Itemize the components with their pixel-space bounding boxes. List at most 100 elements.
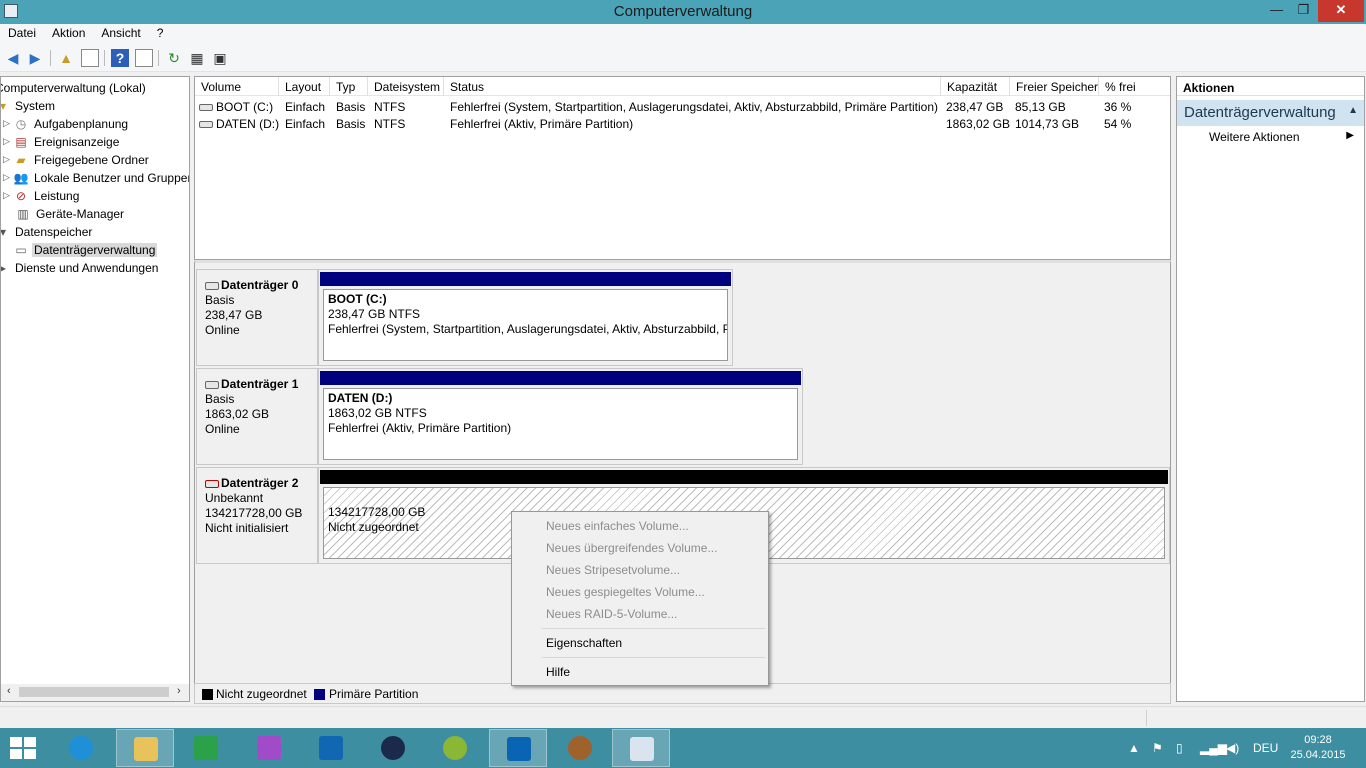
column-dateisystem[interactable]: Dateisystem [368,77,444,96]
event-viewer-icon: ▤ [15,135,27,149]
disk-icon [205,380,219,389]
scroll-right-icon[interactable]: › [177,685,181,697]
column-typ[interactable]: Typ [330,77,368,96]
rescan-disks-icon[interactable]: ▣ [211,49,229,67]
up-folder-icon[interactable]: ▲ [57,49,75,67]
menu-datei[interactable]: Datei [0,24,44,40]
actions-pane: Aktionen Datenträgerverwaltung ▲ Weitere… [1176,76,1365,702]
expand-icon[interactable]: ▷ [3,154,11,165]
volume-filesystem: NTFS [374,117,406,131]
tree-horizontal-scrollbar[interactable]: ‹ › [1,684,189,701]
action-weitere-aktionen[interactable]: Weitere Aktionen ▶ [1177,126,1364,146]
partition-boot[interactable]: BOOT (C:) 238,47 GB NTFS Fehlerfrei (Sys… [318,269,733,366]
menu-bar: Datei Aktion Ansicht? [0,24,1366,44]
collapse-icon[interactable]: ▲ [1348,105,1358,116]
outlook-icon [507,737,531,761]
flag-icon[interactable]: ⚑ [1152,741,1163,755]
refresh-icon[interactable]: ↻ [165,49,183,67]
show-hide-tree-icon[interactable] [81,49,99,67]
disk-error-icon [205,479,219,488]
taskbar-internet-explorer[interactable] [52,729,110,767]
column-volume[interactable]: Volume [195,77,279,96]
partition-daten[interactable]: DATEN (D:) 1863,02 GB NTFS Fehlerfrei (A… [318,368,803,465]
properties-icon[interactable]: ▦ [188,49,206,67]
battery-icon[interactable]: ▯ [1176,741,1183,755]
forward-icon[interactable]: ▶ [26,49,44,67]
taskbar-moose-app[interactable] [551,729,609,767]
start-button[interactable] [10,737,38,759]
legend-swatch-primary [314,689,325,700]
column-layout[interactable]: Layout [279,77,330,96]
volume-row[interactable]: BOOT (C:) Einfach Basis NTFS Fehlerfrei … [195,99,1170,116]
volume-name: BOOT (C:) [216,100,274,114]
taskbar-messaging[interactable] [302,729,360,767]
partition-status: Fehlerfrei (Aktiv, Primäre Partition) [328,421,512,435]
taskbar-onenote[interactable] [240,729,298,767]
show-hidden-icons[interactable]: ▲ [1128,741,1140,755]
file-explorer-icon [134,737,158,761]
clock-time: 09:28 [1304,734,1332,746]
legend-label: Nicht zugeordnet [216,687,307,701]
disk-state: Nicht initialisiert [205,521,289,535]
network-icon[interactable]: ▂▄▆ [1200,741,1227,755]
scroll-left-icon[interactable]: ‹ [7,685,11,697]
onenote-icon [257,736,281,760]
volume-row[interactable]: DATEN (D:) Einfach Basis NTFS Fehlerfrei… [195,116,1170,133]
disk-1-label[interactable]: Datenträger 1 Basis 1863,02 GB Online [196,368,318,465]
column-prozent-frei[interactable]: % frei [1099,77,1170,96]
column-freier-speicher[interactable]: Freier Speicher [1010,77,1099,96]
tree-item-label: Dienste und Anwendungen [15,261,159,275]
help-icon[interactable]: ? [111,49,129,67]
menu-aktion[interactable]: Aktion [44,24,93,40]
expand-icon[interactable]: ▷ [3,118,11,129]
close-button[interactable]: ✕ [1318,0,1364,22]
taskbar-keepass[interactable] [364,729,422,767]
tree-item-label: Leistung [34,189,80,203]
partition-title: DATEN (D:) [328,391,393,405]
expand-icon[interactable]: ▷ [3,190,11,201]
title-bar: Computerverwaltung — ❐ ✕ [0,0,1366,24]
disk-management-icon: ▭ [15,243,27,257]
disk-0-label[interactable]: Datenträger 0 Basis 238,47 GB Online [196,269,318,366]
computer-management-icon: ▾ [0,99,7,113]
scrollbar-thumb[interactable] [19,687,169,697]
volume-filesystem: NTFS [374,100,406,114]
clock-icon: ◷ [15,117,27,131]
computer-management-icon [630,737,654,761]
menu-item-help[interactable]: Hilfe [546,665,570,679]
language-indicator[interactable]: DEU [1253,741,1278,755]
moose-app-icon [568,736,592,760]
back-icon[interactable]: ◀ [4,49,22,67]
disk-name: Datenträger 0 [221,278,299,292]
device-manager-icon: ▥ [17,207,29,221]
taskbar-computer-management[interactable] [612,729,670,767]
taskbar-outlook[interactable] [489,729,547,767]
clock-date: 25.04.2015 [1290,749,1346,761]
column-status[interactable]: Status [444,77,941,96]
menu-item-new-mirrored-volume: Neues gespiegeltes Volume... [546,585,705,599]
taskbar-store[interactable] [177,729,235,767]
menu-ansicht[interactable]: Ansicht [93,24,148,40]
menu-help[interactable]: ? [149,24,172,40]
tree-item-label: Freigegebene Ordner [34,153,149,167]
menu-item-properties[interactable]: Eigenschaften [546,636,622,650]
disk-size: 134217728,00 GB [205,506,303,520]
window-title: Computerverwaltung [613,3,753,20]
expand-icon[interactable]: ▷ [3,136,11,147]
actions-section[interactable]: Datenträgerverwaltung ▲ [1177,100,1364,126]
menu-item-new-striped-volume: Neues Stripesetvolume... [546,563,681,577]
show-hide-action-pane-icon[interactable] [135,49,153,67]
disk-2-label[interactable]: Datenträger 2 Unbekannt 134217728,00 GB … [196,467,318,564]
volume-percent-free: 54 % [1104,117,1132,131]
maximize-button[interactable]: ❐ [1290,0,1317,22]
taskbar-file-explorer[interactable] [116,729,174,767]
partition-body: DATEN (D:) 1863,02 GB NTFS Fehlerfrei (A… [323,388,798,460]
taskbar-qgis[interactable] [426,729,484,767]
partition-bar [320,272,731,286]
minimize-button[interactable]: — [1263,0,1290,22]
clock[interactable]: 09:28 25.04.2015 [1288,733,1348,763]
expand-icon[interactable]: ▷ [3,172,11,183]
column-kapazitaet[interactable]: Kapazität [941,77,1010,96]
partition-bar [320,470,1168,484]
volume-icon[interactable]: ◀) [1226,741,1239,755]
